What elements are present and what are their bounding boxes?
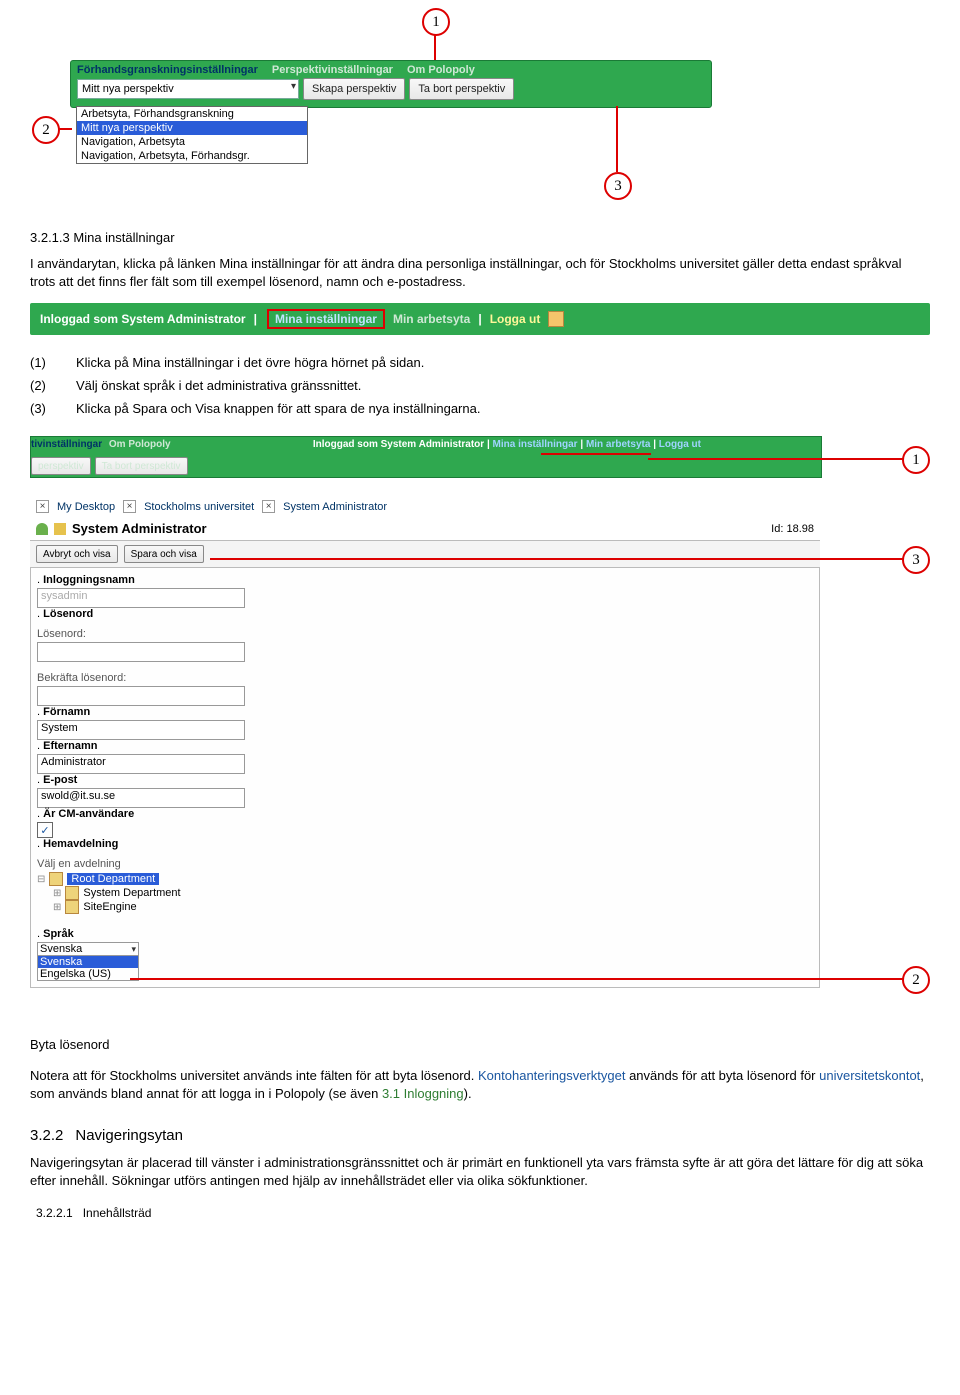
close-icon[interactable]: ×	[262, 500, 275, 513]
min-arbetsyta-link-2[interactable]: Min arbetsyta	[586, 439, 650, 450]
btn-ta-bort-perspektiv[interactable]: Ta bort perspektiv	[95, 457, 188, 475]
partial-tab-label: tivinställningar	[31, 439, 102, 450]
cm-user-checkbox[interactable]: ✓	[37, 822, 53, 838]
min-arbetsyta-link[interactable]: Min arbetsyta	[393, 312, 470, 326]
breadcrumb: × My Desktop × Stockholms universitet × …	[30, 496, 820, 517]
folder-icon	[65, 900, 79, 914]
section-3-2-2-heading: 3.2.2Navigeringsytan	[30, 1127, 930, 1144]
folder-icon	[49, 872, 63, 886]
label-language: Språk	[43, 928, 74, 940]
header-bar: Inloggad som System Administrator | Mina…	[30, 303, 930, 335]
tree-minus-icon[interactable]: ⊟	[37, 874, 45, 885]
crumb-my-desktop[interactable]: My Desktop	[57, 501, 115, 513]
section-ref-3-1: 3.1 Inloggning	[382, 1086, 464, 1101]
object-id: Id: 18.98	[771, 523, 814, 535]
label-login-name: Inloggningsnamn	[43, 574, 135, 586]
language-option-selected[interactable]: Svenska	[38, 956, 138, 968]
step-1-num: (1)	[30, 355, 76, 370]
perspective-dropdown-list[interactable]: Arbetsyta, Förhandsgranskning Mitt nya p…	[76, 106, 308, 164]
label-password: Lösenord	[43, 608, 93, 620]
dept-tree: ⊟ Root Department ⊞ System Department ⊞ …	[37, 872, 813, 914]
language-option[interactable]: Engelska (US)	[38, 968, 138, 980]
mina-installningar-link[interactable]: Mina inställningar	[275, 312, 377, 326]
folder-icon	[65, 886, 79, 900]
callout-1: 1	[422, 8, 450, 36]
section-3-2-2-para: Navigeringsytan är placerad till vänster…	[30, 1154, 930, 1190]
label-email: E-post	[43, 774, 77, 786]
language-select-value: Svenska	[40, 943, 82, 955]
perspective-select-value: Mitt nya perspektiv	[82, 83, 174, 95]
save-and-show-button[interactable]: Spara och visa	[124, 545, 204, 563]
btn-perspektiv[interactable]: perspektiv	[31, 457, 91, 475]
crumb-sysadmin[interactable]: System Administrator	[283, 501, 387, 513]
section-3-2-2-1-heading: 3.2.2.1Innehållsträd	[36, 1206, 930, 1220]
logout-link[interactable]: Logga ut	[490, 312, 541, 326]
byta-losenord-para: Notera att för Stockholms universitet an…	[30, 1067, 930, 1103]
email-input[interactable]: swold@it.su.se	[37, 788, 245, 808]
mina-installningar-highlight: Mina inställningar	[267, 309, 385, 329]
logged-in-label-2: Inloggad som System Administrator	[313, 439, 484, 450]
tree-plus-icon[interactable]: ⊞	[53, 888, 61, 899]
perspective-option[interactable]: Navigation, Arbetsyta, Förhandsgr.	[77, 149, 307, 163]
logout-link-2[interactable]: Logga ut	[659, 439, 701, 450]
tab-about-polopoly[interactable]: Om Polopoly	[109, 439, 171, 450]
instruction-list: (1)Klicka på Mina inställningar i det öv…	[30, 355, 930, 416]
tree-root-selected[interactable]: Root Department	[67, 873, 159, 885]
lastname-input[interactable]: Administrator	[37, 754, 245, 774]
logged-in-label: Inloggad som System Administrator	[40, 312, 246, 326]
label-cm-user: Är CM-användare	[43, 808, 134, 820]
callout-3b: 3	[902, 546, 930, 574]
callout-3: 3	[604, 172, 632, 200]
tree-plus-icon[interactable]: ⊞	[53, 902, 61, 913]
cancel-and-show-button[interactable]: Avbryt och visa	[36, 545, 118, 563]
perspective-select[interactable]: Mitt nya perspektiv	[77, 79, 299, 99]
page-title: System Administrator	[72, 521, 207, 536]
mina-installningar-link-2[interactable]: Mina inställningar	[493, 439, 578, 450]
figure-perspective-toolbar: 1 2 3 Förhandsgranskningsinställningar P…	[70, 60, 830, 210]
step-3-text: Klicka på Spara och Visa knappen för att…	[76, 401, 480, 416]
password-input[interactable]	[37, 642, 245, 662]
close-icon[interactable]: ×	[36, 500, 49, 513]
step-2-num: (2)	[30, 378, 76, 393]
perspective-option[interactable]: Navigation, Arbetsyta	[77, 135, 307, 149]
confirm-password-input[interactable]	[37, 686, 245, 706]
perspective-option[interactable]: Arbetsyta, Förhandsgranskning	[77, 107, 307, 121]
step-3-num: (3)	[30, 401, 76, 416]
clipboard-icon[interactable]	[548, 311, 564, 327]
tab-perspective-settings[interactable]: Perspektivinställningar	[272, 64, 393, 76]
tab-about-polopoly[interactable]: Om Polopoly	[407, 64, 475, 76]
separator: |	[254, 312, 257, 326]
step-1-text: Klicka på Mina inställningar i det övre …	[76, 355, 424, 370]
delete-perspective-button[interactable]: Ta bort perspektiv	[409, 78, 514, 100]
crumb-su[interactable]: Stockholms universitet	[144, 501, 254, 513]
create-perspective-button[interactable]: Skapa perspektiv	[303, 78, 405, 100]
key-icon	[54, 523, 66, 535]
label-confirm-password: Bekräfta lösenord:	[37, 672, 813, 684]
chevron-down-icon: ▾	[131, 944, 136, 955]
language-select[interactable]: Svenska ▾ Svenska Engelska (US)	[37, 942, 139, 981]
label-firstname: Förnamn	[43, 706, 90, 718]
tab-preview-settings[interactable]: Förhandsgranskningsinställningar	[77, 64, 258, 76]
kontohanteringsverktyget-link[interactable]: Kontohanteringsverktyget	[478, 1068, 625, 1083]
byta-losenord-heading: Byta lösenord	[30, 1036, 930, 1054]
callout-2b: 2	[902, 966, 930, 994]
firstname-input[interactable]: System	[37, 720, 245, 740]
label-choose-dept: Välj en avdelning	[37, 858, 813, 870]
callout-2: 2	[32, 116, 60, 144]
close-icon[interactable]: ×	[123, 500, 136, 513]
label-lastname: Efternamn	[43, 740, 97, 752]
tree-child[interactable]: SiteEngine	[83, 901, 136, 913]
perspective-option-selected[interactable]: Mitt nya perspektiv	[77, 121, 307, 135]
section-3-2-1-3-para: I användarytan, klicka på länken Mina in…	[30, 255, 930, 291]
label-home-dept: Hemavdelning	[43, 838, 118, 850]
universitetskontot-link[interactable]: universitetskontot	[819, 1068, 920, 1083]
callout-1b: 1	[902, 446, 930, 474]
user-icon	[36, 523, 48, 535]
section-3-2-1-3-heading: 3.2.1.3 Mina inställningar	[30, 230, 930, 245]
login-name-input[interactable]: sysadmin	[37, 588, 245, 608]
figure-settings-form: 1 3 2 tivinställningar Om Polopoly Inlog…	[30, 436, 930, 1006]
step-2-text: Välj önskat språk i det administrativa g…	[76, 378, 361, 393]
label-password-2: Lösenord:	[37, 628, 813, 640]
tree-child[interactable]: System Department	[83, 887, 180, 899]
